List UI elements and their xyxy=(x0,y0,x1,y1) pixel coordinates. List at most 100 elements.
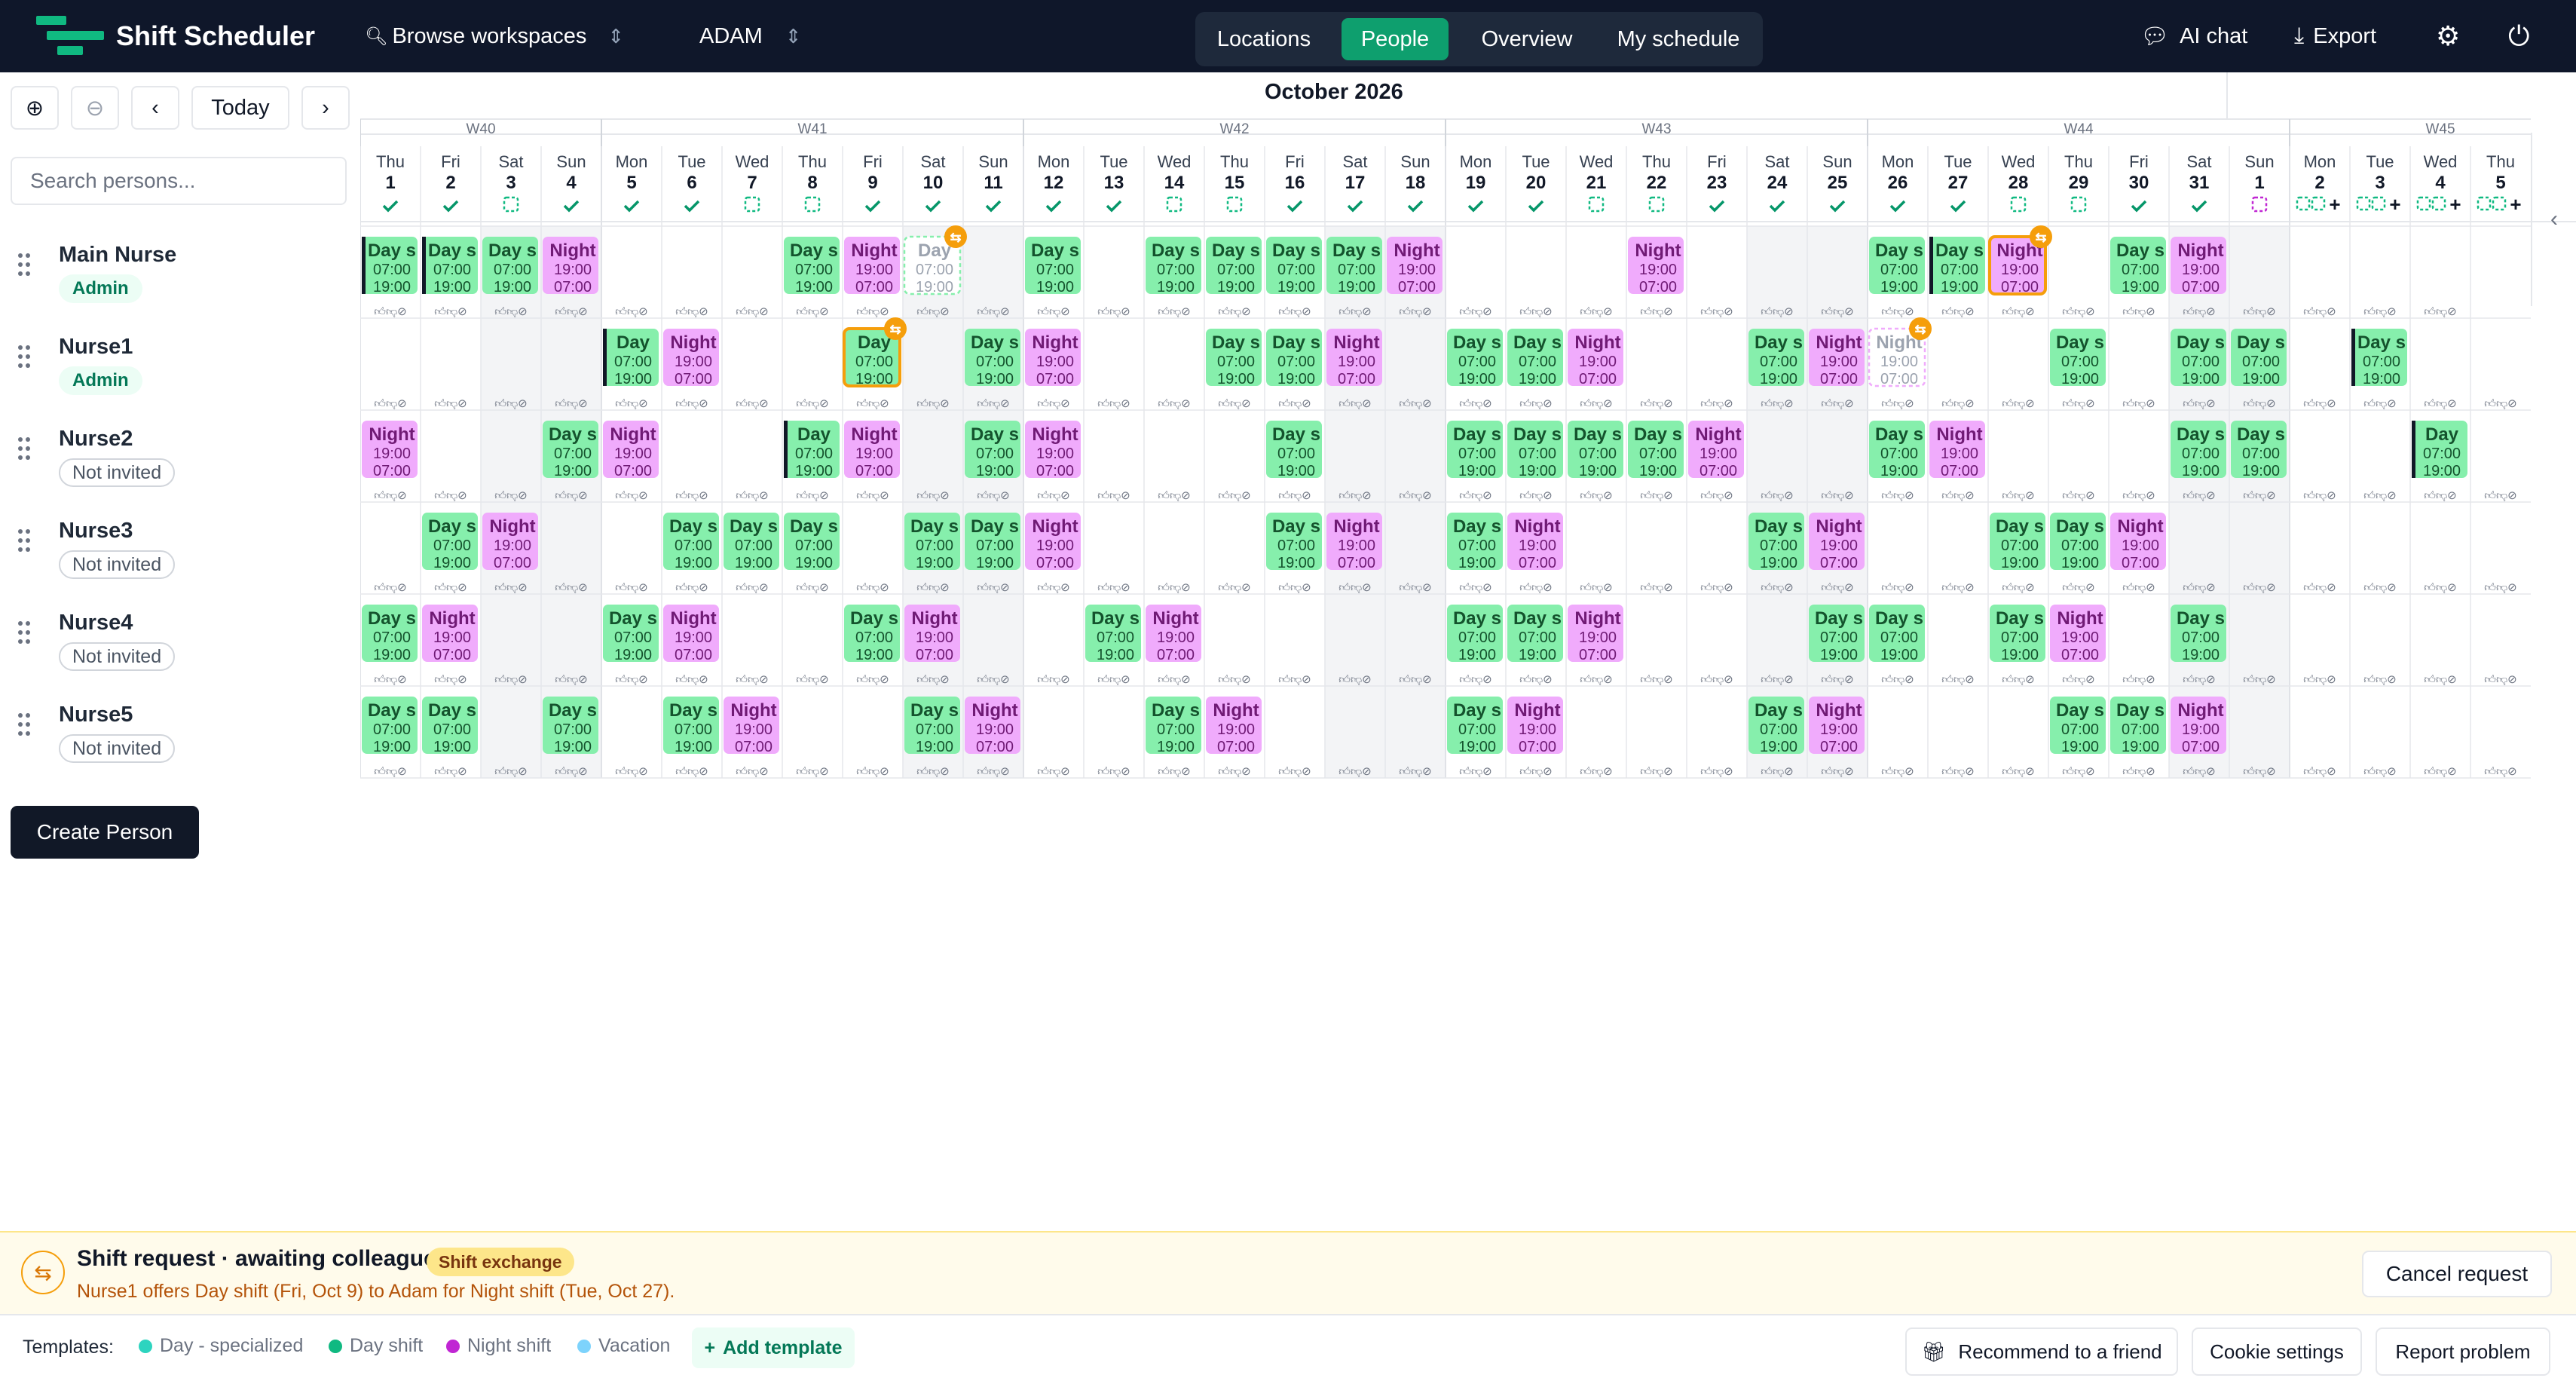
shift-card[interactable]: Night19:0007:00 xyxy=(1025,421,1081,479)
shift-card[interactable]: Day s07:0019:00 xyxy=(1206,237,1262,296)
shift-card[interactable]: Day s07:0019:00 xyxy=(2171,329,2226,387)
shift-card[interactable]: Night19:0007:00 xyxy=(1146,605,1201,663)
shift-card[interactable]: Day s07:0019:00 xyxy=(1447,697,1503,755)
shift-card[interactable]: Night19:0007:00 xyxy=(2050,605,2106,663)
shift-card[interactable]: Night19:0007:00 xyxy=(603,421,659,479)
shift-card[interactable]: Day s07:0019:00 xyxy=(1266,421,1322,479)
cookie-settings-button[interactable]: Cookie settings xyxy=(2192,1327,2362,1376)
person-row[interactable]: Main Nurse Admin xyxy=(0,226,360,318)
shift-card[interactable]: Day s07:0019:00 xyxy=(1929,237,1985,296)
person-name[interactable]: Nurse2 xyxy=(59,427,133,452)
shift-card[interactable]: Day s07:0019:00 xyxy=(1206,329,1262,387)
shift-card[interactable]: Night19:0007:00 xyxy=(2171,237,2226,296)
shift-card[interactable]: Day s07:0019:00 xyxy=(2110,697,2166,755)
shift-card[interactable]: Night19:0007:00 xyxy=(724,697,779,755)
person-row[interactable]: Nurse4 Not invited xyxy=(0,594,360,686)
template-day-shift[interactable]: Day shift xyxy=(329,1335,423,1357)
tab-my-schedule[interactable]: My schedule xyxy=(1599,18,1758,60)
shift-card[interactable]: Day s07:0019:00 xyxy=(1266,237,1322,296)
shift-card[interactable]: Day s07:0019:00 xyxy=(2231,421,2287,479)
shift-card[interactable]: Day s07:0019:00 xyxy=(1266,329,1322,387)
shift-card[interactable]: Day s07:0019:00 xyxy=(2171,605,2226,663)
shift-card[interactable]: Night19:0007:00 xyxy=(844,421,900,479)
drag-handle-icon[interactable] xyxy=(17,436,33,463)
shift-card[interactable]: Night19:0007:00 xyxy=(904,605,960,663)
shift-card[interactable]: Day s07:0019:00 xyxy=(1447,605,1503,663)
shift-card[interactable]: Day s07:0019:00 xyxy=(784,237,840,296)
drag-handle-icon[interactable] xyxy=(17,528,33,555)
shift-card[interactable]: Day s07:0019:00 xyxy=(844,605,900,663)
shift-card[interactable]: Day s07:0019:00 xyxy=(1447,329,1503,387)
drag-handle-icon[interactable] xyxy=(17,712,33,739)
shift-card[interactable]: Day s07:0019:00 xyxy=(1507,605,1563,663)
shift-card[interactable]: Day s07:0019:00 xyxy=(663,697,719,755)
shift-card[interactable]: Day s07:0019:00 xyxy=(543,421,598,479)
shift-card[interactable]: Day s07:0019:00 xyxy=(422,513,478,571)
shift-card[interactable]: Day s07:0019:00 xyxy=(1146,697,1201,755)
shift-card[interactable]: Day07:0019:00 xyxy=(784,421,840,479)
shift-card[interactable]: Day s07:0019:00 xyxy=(2171,421,2226,479)
person-row[interactable]: Nurse3 Not invited xyxy=(0,502,360,594)
template-day-specialized[interactable]: Day - specialized xyxy=(139,1335,303,1357)
shift-card[interactable]: Night19:0007:00 xyxy=(1688,421,1744,479)
shift-card[interactable]: Day s07:0019:00 xyxy=(362,237,418,296)
shift-card[interactable]: Day s07:0019:00 xyxy=(1568,421,1623,479)
person-name[interactable]: Nurse4 xyxy=(59,611,133,635)
zoom-out-button[interactable]: ⊖ xyxy=(71,86,119,130)
shift-card[interactable]: Day s07:0019:00 xyxy=(2050,513,2106,571)
power-icon[interactable]: ⏻ xyxy=(2508,0,2529,72)
shift-card[interactable]: Night19:0007:00 xyxy=(1809,513,1865,571)
shift-card[interactable]: Night19:0007:00 xyxy=(422,605,478,663)
cancel-request-button[interactable]: Cancel request xyxy=(2362,1251,2552,1297)
shift-card[interactable]: Day s07:0019:00 xyxy=(965,513,1020,571)
shift-card[interactable]: Night19:0007:00 xyxy=(965,697,1020,755)
shift-card[interactable]: Day s07:0019:00 xyxy=(663,513,719,571)
today-button[interactable]: Today xyxy=(191,86,289,130)
shift-card[interactable]: Night19:0007:00 xyxy=(1809,697,1865,755)
create-person-button[interactable]: Create Person xyxy=(11,806,199,859)
shift-card[interactable]: Night19:0007:00 xyxy=(362,421,418,479)
shift-card[interactable]: Day s07:0019:00 xyxy=(904,513,960,571)
shift-card[interactable]: Night19:0007:00 xyxy=(1387,237,1442,296)
workspace-selector[interactable]: 🔍︎ Browse workspaces ⇕ xyxy=(365,0,624,72)
drag-handle-icon[interactable] xyxy=(17,620,33,647)
shift-card[interactable]: Day s07:0019:00 xyxy=(1869,605,1925,663)
shift-card[interactable]: Day s07:0019:00 xyxy=(724,513,779,571)
shift-card[interactable]: Night19:0007:00 xyxy=(482,513,538,571)
tab-people[interactable]: People xyxy=(1342,18,1449,60)
shift-card[interactable]: Day s07:0019:00 xyxy=(2351,329,2407,387)
shift-card[interactable]: Night19:0007:00 xyxy=(1025,329,1081,387)
search-input[interactable] xyxy=(11,157,347,205)
ai-chat-button[interactable]: 💬︎ AI chat xyxy=(2140,0,2247,72)
shift-card[interactable]: Day s07:0019:00 xyxy=(1266,513,1322,571)
shift-card[interactable]: Day s07:0019:00 xyxy=(1990,513,2045,571)
shift-card[interactable]: Day s07:0019:00 xyxy=(1447,513,1503,571)
shift-card[interactable]: Day s07:0019:00 xyxy=(1085,605,1141,663)
shift-card[interactable]: Night19:0007:00 xyxy=(1025,513,1081,571)
shift-card[interactable]: Day s07:0019:00 xyxy=(1326,237,1382,296)
shift-card[interactable]: Night19:0007:00 xyxy=(663,329,719,387)
shift-card[interactable]: Day s07:0019:00 xyxy=(965,421,1020,479)
app-logo[interactable]: Shift Scheduler xyxy=(36,0,315,72)
tab-overview[interactable]: Overview xyxy=(1462,18,1592,60)
person-name[interactable]: Nurse3 xyxy=(59,519,133,544)
shift-card[interactable]: Day s07:0019:00 xyxy=(1748,697,1804,755)
shift-card[interactable]: Night19:0007:00 xyxy=(1326,329,1382,387)
shift-card[interactable]: Day s07:0019:00 xyxy=(965,329,1020,387)
person-row[interactable]: Nurse1 Admin xyxy=(0,318,360,410)
shift-card[interactable]: Day s07:0019:00 xyxy=(1748,329,1804,387)
shift-card[interactable]: Day s07:0019:00 xyxy=(482,237,538,296)
shift-card[interactable]: Night19:0007:00 xyxy=(1568,329,1623,387)
shift-card[interactable]: Day s07:0019:00 xyxy=(2110,237,2166,296)
shift-card[interactable]: Day s07:0019:00 xyxy=(1869,421,1925,479)
add-template-button[interactable]: + Add template xyxy=(692,1327,855,1368)
shift-card[interactable]: Night19:0007:00 xyxy=(543,237,598,296)
shift-card[interactable]: Day07:0019:00 xyxy=(603,329,659,387)
shift-card[interactable]: Night19:0007:00 xyxy=(1628,237,1684,296)
shift-card[interactable]: Day s07:0019:00 xyxy=(1507,421,1563,479)
account-selector[interactable]: ADAM ⇕ xyxy=(699,0,802,72)
shift-card[interactable]: Day s07:0019:00 xyxy=(1748,513,1804,571)
shift-card[interactable]: Day s07:0019:00 xyxy=(2050,697,2106,755)
shift-card[interactable]: Day s07:0019:00 xyxy=(362,697,418,755)
shift-card[interactable]: Day s07:0019:00 xyxy=(904,697,960,755)
